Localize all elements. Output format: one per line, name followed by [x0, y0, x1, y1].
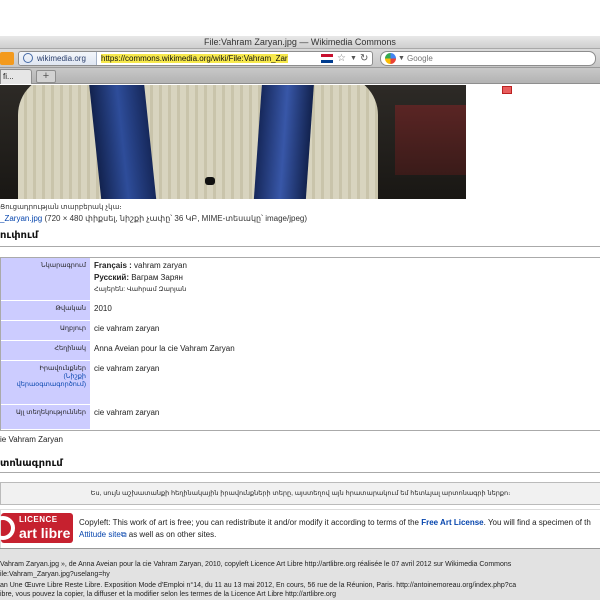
- info-key: Նկարագրում: [1, 258, 90, 300]
- license-consent-box: Ես, սույն աշխատանքի հեղինակային իրավունք…: [0, 482, 600, 505]
- search-bar[interactable]: ▼: [380, 51, 596, 66]
- info-row-description: Նկարագրում Français : vahram zaryan Русс…: [1, 258, 600, 301]
- divider: [0, 246, 600, 247]
- category-line: ie Vahram Zaryan: [0, 435, 63, 444]
- flag-icon: [321, 54, 333, 63]
- info-key: Թվական: [1, 301, 90, 320]
- info-key: Իրավունքներ (Նիշքի վերաօգտագործում): [1, 361, 90, 404]
- reuse-link[interactable]: (Նիշքի վերաօգտագործում): [17, 373, 86, 388]
- image-shirt-shape: [18, 85, 378, 199]
- art-libre-logo[interactable]: LICENCE art libre: [0, 513, 73, 543]
- info-row-source: Աղբյուր cie vahram zaryan: [1, 321, 600, 341]
- info-row-author: Հեղինակ Anna Aveian pour la cie Vahram Z…: [1, 341, 600, 361]
- section-heading-licensing: տոնագրում: [0, 458, 63, 469]
- file-link[interactable]: _Zaryan.jpg: [0, 214, 42, 223]
- status-bar: Vahram Zaryan.jpg », de Anna Aveian pour…: [0, 548, 600, 600]
- free-art-license-link[interactable]: Free Art License: [421, 518, 483, 527]
- page-content: Ցուցադրության տարբերակ չկա։ _Zaryan.jpg …: [0, 85, 600, 548]
- notice-icon[interactable]: [502, 86, 512, 94]
- url-text[interactable]: https://commons.wikimedia.org/wiki/File:…: [101, 52, 321, 65]
- site-identity-button[interactable]: wikimedia.org: [19, 52, 97, 65]
- image-microphone-shape: [205, 177, 215, 185]
- file-meta: (720 × 480 փիքսել, նիշքի չափը՝ 36 ԿԲ, MI…: [42, 214, 308, 223]
- status-line: Vahram Zaryan.jpg », de Anna Aveian pour…: [0, 561, 512, 568]
- new-tab-button[interactable]: +: [36, 70, 56, 83]
- info-key: Հեղինակ: [1, 341, 90, 360]
- search-engine-dropdown-icon[interactable]: ▼: [398, 52, 405, 65]
- info-value: Anna Aveian pour la cie Vahram Zaryan: [94, 344, 235, 353]
- google-icon[interactable]: [385, 53, 396, 64]
- tab-bar: fi... +: [0, 68, 600, 84]
- info-key: Այլ տեղեկություններ: [1, 405, 90, 429]
- status-line: ile:Vahram_Zaryan.jpg?uselang=hy: [0, 571, 110, 578]
- info-key: Աղբյուր: [1, 321, 90, 340]
- license-text: Copyleft: This work of art is free; you …: [79, 518, 591, 539]
- file-image[interactable]: [0, 85, 466, 199]
- divider: [0, 472, 600, 473]
- status-line: ibre, vous pouvez la copier, la diffuser…: [0, 591, 337, 598]
- image-background-shape: [395, 105, 466, 175]
- info-row-date: Թվական 2010: [1, 301, 600, 321]
- info-value: cie vahram zaryan: [94, 364, 160, 373]
- section-heading-description: ուփում: [0, 230, 39, 241]
- desc-line-fr: Français : vahram zaryan: [94, 261, 187, 270]
- navigation-toolbar: wikimedia.org https://commons.wikimedia.…: [0, 49, 600, 68]
- image-scarf-right-shape: [253, 85, 315, 199]
- logo-ring-shape: [0, 516, 15, 540]
- reload-icon[interactable]: ↻: [360, 52, 368, 65]
- address-bar[interactable]: wikimedia.org https://commons.wikimedia.…: [18, 51, 373, 66]
- license-box: LICENCE art libre Copyleft: This work of…: [0, 509, 600, 548]
- search-input[interactable]: [407, 52, 587, 65]
- globe-icon: [23, 53, 33, 63]
- desc-line-hy: Հայերեն: Վահրամ Զարյան: [94, 286, 187, 293]
- site-identity-label: wikimedia.org: [37, 54, 86, 63]
- information-table: Նկարագրում Français : vahram zaryan Русс…: [0, 257, 600, 431]
- star-icon[interactable]: ☆: [337, 52, 346, 65]
- info-row-other: Այլ տեղեկություններ cie vahram zaryan: [1, 405, 600, 430]
- preview-caption: Ցուցադրության տարբերակ չկա։: [0, 204, 122, 211]
- rss-icon[interactable]: [0, 52, 14, 65]
- info-value: 2010: [94, 304, 112, 313]
- info-value: cie vahram zaryan: [94, 324, 160, 333]
- chevron-down-icon[interactable]: ▼: [350, 52, 357, 65]
- tab-active[interactable]: fi...: [0, 69, 32, 84]
- info-row-permission: Իրավունքներ (Նիշքի վերաօգտագործում) cie …: [1, 361, 600, 405]
- info-value: Français : vahram zaryan Русский: Ваграм…: [90, 258, 600, 300]
- top-margin: [0, 0, 600, 36]
- attitude-site-link[interactable]: Attitude site: [79, 530, 121, 539]
- info-value: cie vahram zaryan: [94, 408, 160, 417]
- window-title: File:Vahram Zaryan.jpg — Wikimedia Commo…: [0, 36, 600, 49]
- status-line: an Une Œuvre Libre Reste Libre. Expositi…: [0, 582, 517, 589]
- file-info-line: _Zaryan.jpg (720 × 480 փիքսել, նիշքի չափ…: [0, 214, 307, 223]
- desc-line-ru: Русский: Ваграм Зарян: [94, 273, 183, 282]
